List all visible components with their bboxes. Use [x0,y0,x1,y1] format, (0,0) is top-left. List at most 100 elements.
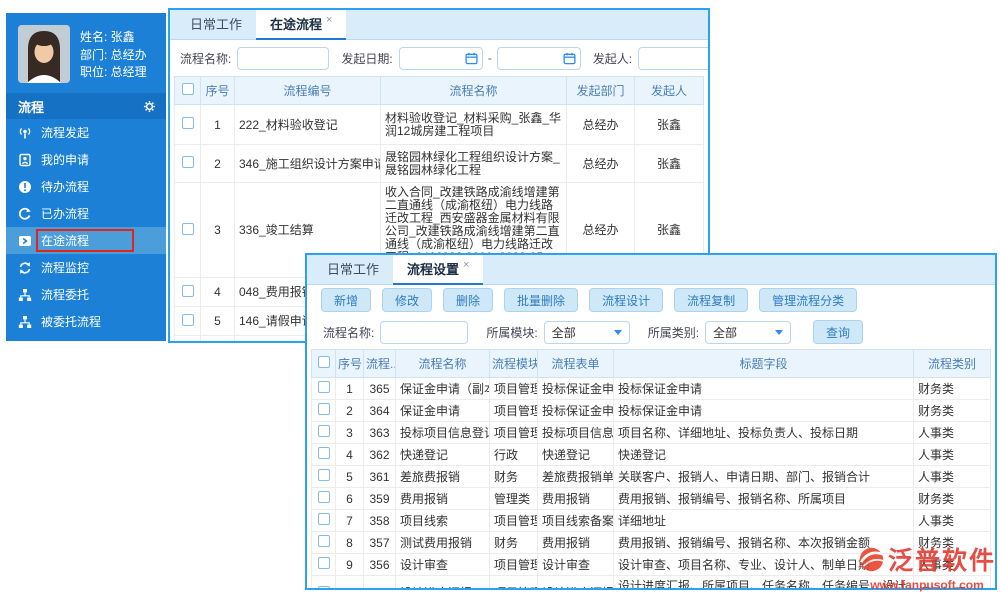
cell-seq: 4 [200,277,235,307]
calendar-icon[interactable] [563,52,576,65]
sidebar-item-flow-start[interactable]: 流程发起 [6,119,166,146]
row-select-cell [174,306,201,336]
initiator-input[interactable] [638,46,708,70]
table-row[interactable]: 5 361 差旅费报销 财务 差旅费报销单 关联客户、报销人、申请日期、部门、报… [311,465,991,488]
row-checkbox[interactable] [317,513,330,525]
edit-button[interactable]: 修改 [382,288,433,312]
sidebar-item-finished-flows[interactable]: 已办流程 [6,200,166,227]
row-select-cell [311,443,336,466]
transit-badge-icon [19,235,31,246]
tab-label: 日常工作 [190,17,243,32]
profile-name: 姓名: 张鑫 [80,30,135,44]
close-icon[interactable]: × [326,14,332,26]
module-select-value: 全部 [551,325,576,340]
row-checkbox[interactable] [317,425,330,437]
flow-design-button[interactable]: 流程设计 [589,288,664,312]
col-seq: 序号 [200,76,235,105]
row-checkbox[interactable] [182,343,194,344]
caret-down-icon [775,329,784,335]
bg-tabbar: 日常工作 在途流程 × [170,10,708,40]
col-flow-id: 流程... [363,349,396,378]
sidebar-item-label: 我的申请 [41,153,90,167]
table-row[interactable]: 6 359 费用报销 管理类 费用报销 费用报销、报销编号、报销名称、所属项目 … [311,487,991,510]
manage-category-button[interactable]: 管理流程分类 [759,288,858,312]
tab-daily-work[interactable]: 日常工作 [313,255,393,285]
tab-flow-settings[interactable]: 流程设置 × [393,255,484,285]
table-row[interactable]: 8 357 测试费用报销 财务 费用报销 费用报销、报销编号、报销名称、本次报销… [311,531,991,554]
cell-seq: 3 [200,182,235,278]
row-checkbox[interactable] [317,585,330,588]
cell-seq: 8 [335,531,364,554]
cell-seq: 3 [335,421,364,444]
flow-name-label: 流程名称: [323,325,375,340]
row-checkbox[interactable] [317,381,330,393]
cell-flow-category: 人事类 [913,465,991,488]
flow-name-input[interactable] [237,46,330,70]
flow-name-input[interactable] [380,320,469,344]
row-checkbox[interactable] [317,491,330,503]
cell-flow-name: 设计审查 [395,553,490,576]
cell-seq: 1 [335,377,364,400]
row-checkbox[interactable] [181,222,194,235]
row-checkbox[interactable] [317,403,330,415]
sidebar-item-flow-monitor[interactable]: 流程监控 [6,254,166,281]
module-select[interactable]: 全部 [543,320,630,344]
cell-flow-id: 356 [363,553,396,576]
row-checkbox[interactable] [181,313,194,326]
exclamation-circle-icon [19,180,31,193]
avatar-photo [18,25,70,83]
row-select-cell [174,335,201,344]
cell-seq: 2 [335,399,364,422]
sidebar-item-in-transit-flows[interactable]: 在途流程 [6,227,166,254]
sync-icon [19,261,31,274]
gear-icon[interactable] [143,100,156,113]
sidebar-item-label: 流程委托 [41,288,90,302]
row-checkbox[interactable] [317,557,330,569]
flow-copy-button[interactable]: 流程复制 [674,288,749,312]
table-row[interactable]: 9 356 设计审查 项目管理 设计审查 设计审查、项目名称、专业、设计人、制单… [311,553,991,576]
table-row[interactable]: 2 364 保证金申请 项目管理 投标保证金申请 投标保证金申请 财务类 [311,399,991,422]
row-checkbox[interactable] [181,284,194,297]
select-all-checkbox[interactable] [317,356,330,368]
table-row[interactable]: 2 346_施工组织设计方案申请 晟铭园林绿化工程组织设计方案_晟铭园林绿化工程… [174,144,704,183]
row-checkbox[interactable] [181,156,194,168]
sidebar-item-pending-flows[interactable]: 待办流程 [6,173,166,200]
table-row[interactable]: 4 362 快递登记 行政 快递登记 快递登记 人事类 [311,443,991,466]
add-button[interactable]: 新增 [321,288,372,312]
annotation-highlight-box [36,229,134,252]
tab-in-transit-flows[interactable]: 在途流程 × [256,10,347,40]
tab-daily-work[interactable]: 日常工作 [176,10,256,40]
table-row[interactable]: 3 363 投标项目信息登记 项目管理 投标项目信息登记 项目名称、详细地址、投… [311,421,991,444]
row-checkbox[interactable] [317,469,330,481]
table-row[interactable]: 7 358 项目线索 项目管理 项目线索备案 详细地址 人事类 [311,509,991,532]
avatar [18,25,70,83]
table-row[interactable]: 1 222_材料验收登记 材料验收登记_材料采购_张鑫_华润12城房建工程项目 … [174,104,704,145]
sidebar-item-my-applications[interactable]: 我的申请 [6,146,166,173]
sidebar-item-delegated-flows[interactable]: 被委托流程 [6,308,166,335]
batch-delete-button[interactable]: 批量删除 [504,288,579,312]
sidebar-item-flow-delegate[interactable]: 流程委托 [6,281,166,308]
table-row[interactable]: 1 365 保证金申请（副本） 项目管理 投标保证金申请 投标保证金申请 财务类 [311,377,991,400]
cell-flow-module: 财务 [489,531,538,554]
delete-button[interactable]: 删除 [443,288,494,312]
cell-flow-name: 保证金申请 [395,399,490,422]
cell-flow-module: 项目管理 [489,553,538,576]
row-select-cell [311,531,336,554]
table-row[interactable]: 10 355 设计进度汇报 项目管理 设计进度汇报 设计进度汇报、所属项目、任务… [311,575,991,588]
close-icon[interactable]: × [463,259,469,271]
cell-flow-module: 项目管理 [489,377,538,400]
calendar-icon[interactable] [465,52,478,65]
cell-flow-category: 财务类 [913,399,991,422]
row-checkbox[interactable] [317,535,330,547]
category-select[interactable]: 全部 [705,320,792,344]
row-checkbox[interactable] [317,447,330,459]
row-checkbox[interactable] [181,117,194,129]
tab-label: 在途流程 [270,17,323,32]
select-all-checkbox[interactable] [181,83,194,95]
cell-flow-module: 项目管理 [489,575,538,588]
category-label: 所属类别: [647,325,700,340]
row-select-cell [174,104,201,145]
col-flow-name: 流程名称 [380,76,567,105]
search-button[interactable]: 查询 [813,320,864,344]
col-initiator: 发起人 [634,76,704,105]
